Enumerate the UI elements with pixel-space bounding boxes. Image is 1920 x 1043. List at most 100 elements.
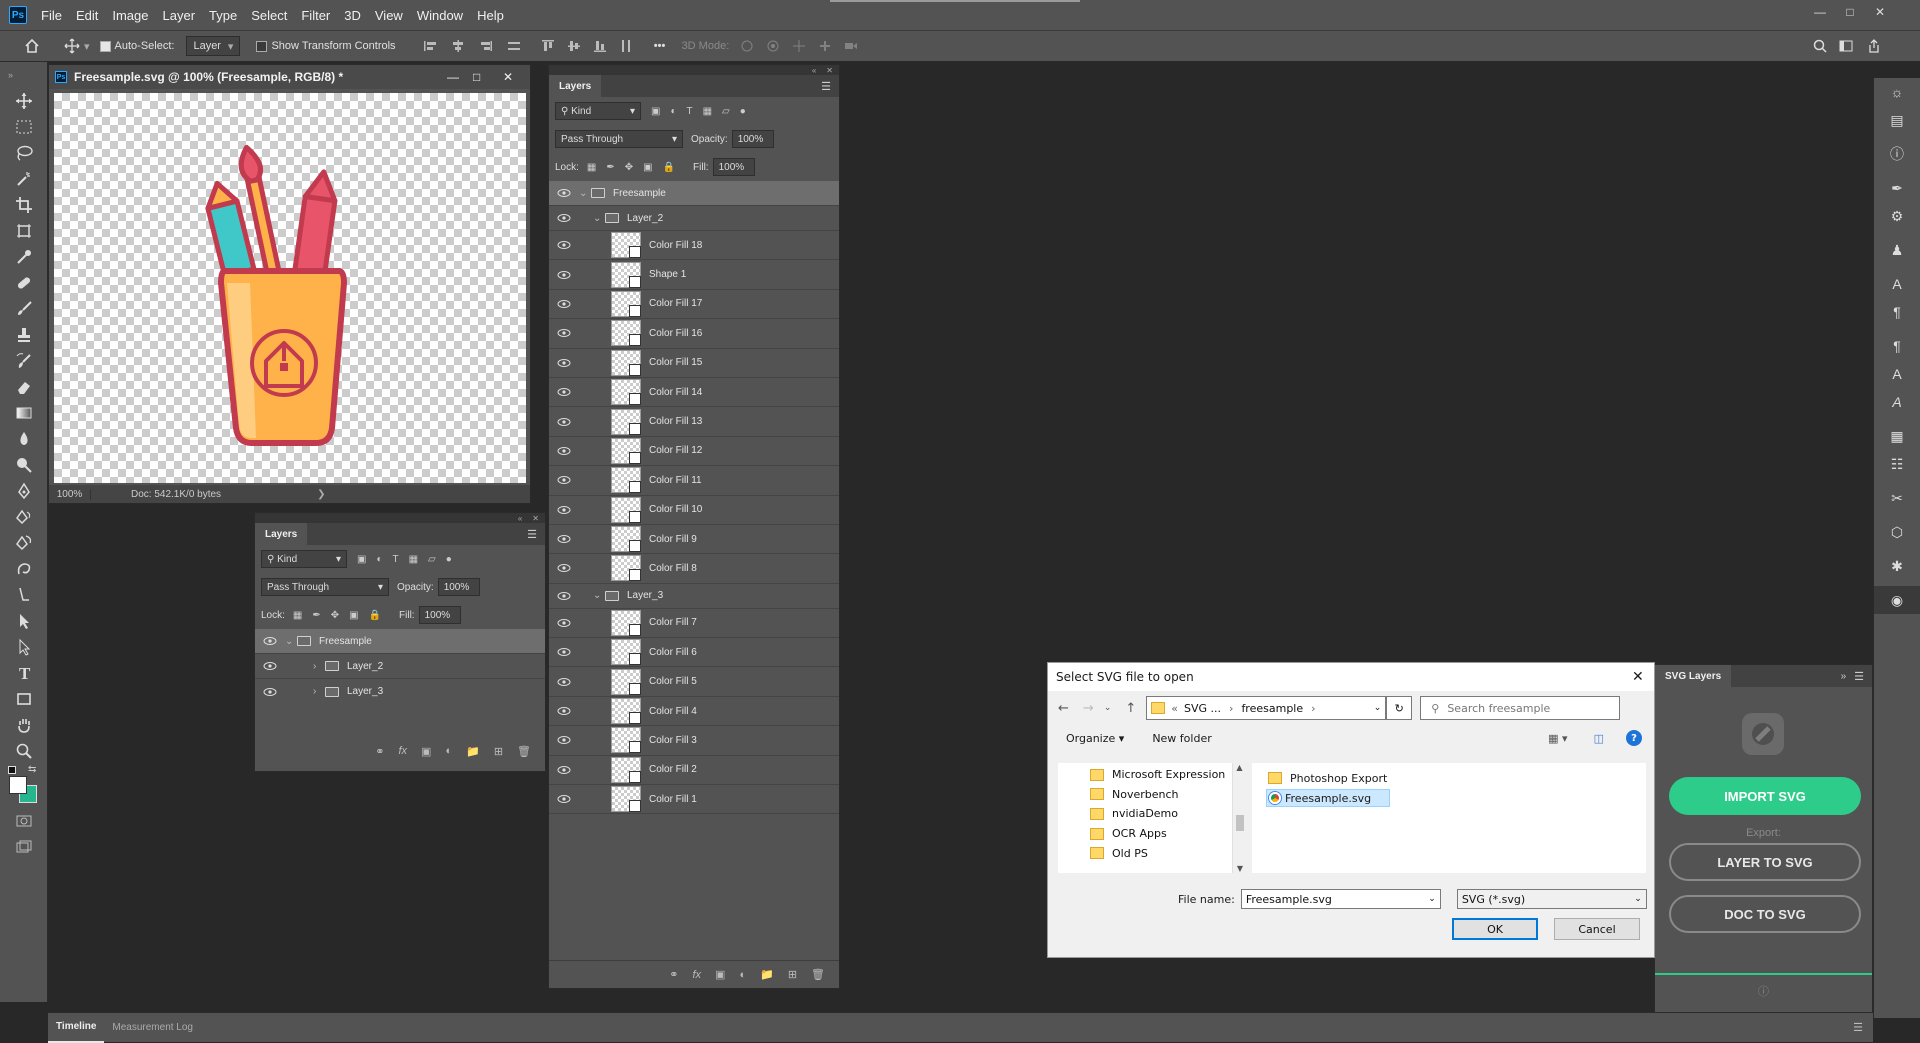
layer-row[interactable]: Color Fill 16 (549, 319, 839, 349)
magic-wand-tool-button[interactable] (0, 166, 48, 192)
fx-icon[interactable]: fx (692, 969, 701, 981)
kind-filter-main[interactable]: ⚲ Kind ▾ (555, 102, 641, 120)
scroll-down-icon[interactable]: ▼ (1233, 864, 1247, 873)
lock-icons-small[interactable]: ▦✒✥▣🔒 (293, 610, 391, 621)
restore-icon[interactable]: □ (1836, 0, 1864, 24)
status-menu-chevron-icon[interactable]: ❯ (317, 489, 325, 500)
tree-folder-item[interactable]: Old PS (1058, 843, 1246, 863)
filename-dropdown-icon[interactable]: ⌄ (1428, 894, 1436, 904)
svg-layers-icon[interactable]: ◉ (1874, 586, 1920, 614)
path-select-arrow-button[interactable] (0, 634, 48, 660)
filetype-dropdown-icon[interactable]: ⌄ (1634, 894, 1642, 904)
scroll-thumb[interactable] (1236, 815, 1244, 831)
new-layer-icon[interactable]: ⊞ (788, 968, 797, 981)
3d-icon[interactable]: ⬡ (1874, 518, 1920, 546)
breadcrumb-freesample[interactable]: freesample (1241, 702, 1303, 715)
path-selection-tool-button[interactable] (0, 582, 48, 608)
visibility-eye-icon[interactable] (549, 648, 579, 657)
swap-colors-icon[interactable]: ⇆ (28, 764, 36, 775)
blur-tool-button[interactable] (0, 426, 48, 452)
healing-brush-tool-button[interactable] (0, 270, 48, 296)
clone-stamp-tool-button[interactable] (0, 322, 48, 348)
align-left-icon[interactable] (420, 36, 440, 56)
visibility-eye-icon[interactable] (549, 476, 579, 485)
screen-mode-icon[interactable] (0, 834, 48, 860)
dialog-titlebar[interactable]: Select SVG file to open ✕ (1048, 663, 1654, 691)
layer-row[interactable]: Color Fill 13 (549, 407, 839, 437)
panel-menu-icon[interactable]: ☰ (821, 80, 831, 93)
menu-select[interactable]: Select (251, 8, 287, 23)
visibility-eye-icon[interactable] (549, 591, 579, 600)
layers-main-tab[interactable]: Layers (549, 75, 602, 97)
frame-tool-button[interactable] (0, 218, 48, 244)
expand-chevron-icon[interactable]: ⌄ (285, 636, 297, 647)
svg-panel-expand-icon[interactable]: » (1841, 671, 1847, 682)
visibility-eye-icon[interactable] (549, 358, 579, 367)
layer-row[interactable]: Color Fill 18 (549, 231, 839, 261)
quick-mask-icon[interactable] (0, 808, 48, 834)
layer-to-svg-button[interactable]: LAYER TO SVG (1669, 843, 1861, 881)
character-icon[interactable]: A (1874, 270, 1920, 298)
visibility-eye-icon[interactable] (549, 564, 579, 573)
search-icon[interactable] (1810, 36, 1830, 56)
collapse-chevron-icon[interactable]: › (313, 686, 325, 697)
toolbar-collapse-icon[interactable]: » (0, 62, 47, 88)
layer-row[interactable]: Color Fill 14 (549, 378, 839, 408)
layer-row[interactable]: Color Fill 4 (549, 697, 839, 727)
3d-roll-icon[interactable] (763, 36, 783, 56)
link-layers-icon[interactable]: ⚭ (669, 968, 678, 981)
move-tool-icon[interactable] (62, 36, 82, 56)
menu-file[interactable]: File (41, 8, 62, 23)
3d-orbit-icon[interactable] (737, 36, 757, 56)
collapse-chevron-icon[interactable]: › (313, 661, 325, 672)
workspace-icon[interactable] (1836, 36, 1856, 56)
notes-icon[interactable]: ☷ (1874, 450, 1920, 478)
breadcrumb-svg[interactable]: SVG ... (1184, 702, 1221, 715)
move-preset-chevron-icon[interactable]: ▾ (84, 40, 90, 53)
layer-row[interactable]: Color Fill 3 (549, 726, 839, 756)
back-arrow-icon[interactable]: ← (1058, 701, 1069, 716)
doc-info[interactable]: Doc: 542.1K/0 bytes (131, 489, 221, 500)
opacity-field-main[interactable]: 100% (731, 130, 774, 148)
brightness-icon[interactable]: ☼ (1874, 78, 1920, 106)
visibility-eye-icon[interactable] (255, 637, 285, 645)
visibility-eye-icon[interactable] (549, 795, 579, 804)
delete-layer-icon[interactable]: 🗑 (517, 745, 531, 758)
svg-panel-menu-icon[interactable]: ☰ (1854, 670, 1864, 683)
address-dropdown-icon[interactable]: ⌄ (1374, 703, 1382, 713)
layer-row[interactable]: Color Fill 7 (549, 609, 839, 639)
doc-close-icon[interactable]: ✕ (503, 70, 513, 84)
brush-settings-icon[interactable]: ⚙ (1874, 202, 1920, 230)
filename-input[interactable]: Freesample.svg ⌄ (1240, 889, 1441, 909)
visibility-eye-icon[interactable] (549, 189, 579, 197)
close-app-icon[interactable]: ✕ (1866, 0, 1894, 24)
layer-row-freesample[interactable]: ⌄ Freesample (549, 181, 839, 206)
brushes-icon[interactable]: ✒ (1874, 174, 1920, 202)
recent-chevron-icon[interactable]: ⌄ (1104, 703, 1112, 713)
file-item-photoshop-export[interactable]: Photoshop Export (1268, 769, 1646, 787)
character-styles-icon[interactable]: A (1874, 360, 1920, 388)
timeline-menu-icon[interactable]: ☰ (1853, 1021, 1863, 1034)
layer-row-group-layer2[interactable]: ⌄ Layer_2 (549, 206, 839, 231)
freeform-pen-tool-button[interactable] (0, 504, 48, 530)
measurement-log-tab[interactable]: Measurement Log (104, 1013, 201, 1043)
filetype-select[interactable]: SVG (*.svg) ⌄ (1456, 889, 1647, 909)
align-center-icon[interactable] (448, 36, 468, 56)
visibility-eye-icon[interactable] (549, 707, 579, 716)
layer-row[interactable]: Color Fill 2 (549, 756, 839, 786)
fill-field-small[interactable]: 100% (418, 606, 461, 624)
layer-row[interactable]: Color Fill 9 (549, 525, 839, 555)
menu-filter[interactable]: Filter (301, 8, 330, 23)
align-bottom-icon[interactable] (590, 36, 610, 56)
organize-button[interactable]: Organize ▾ (1066, 732, 1124, 745)
pen-tool-button[interactable] (0, 478, 48, 504)
visibility-eye-icon[interactable] (549, 417, 579, 426)
opacity-field-small[interactable]: 100% (437, 578, 480, 596)
menu-type[interactable]: Type (209, 8, 237, 23)
minimize-icon[interactable]: — (1806, 0, 1834, 24)
rectangle-tool-button[interactable] (0, 686, 48, 712)
visibility-eye-icon[interactable] (549, 299, 579, 308)
visibility-eye-icon[interactable] (549, 214, 579, 222)
layer-row[interactable]: Color Fill 12 (549, 437, 839, 467)
layer-row[interactable]: Color Fill 11 (549, 466, 839, 496)
